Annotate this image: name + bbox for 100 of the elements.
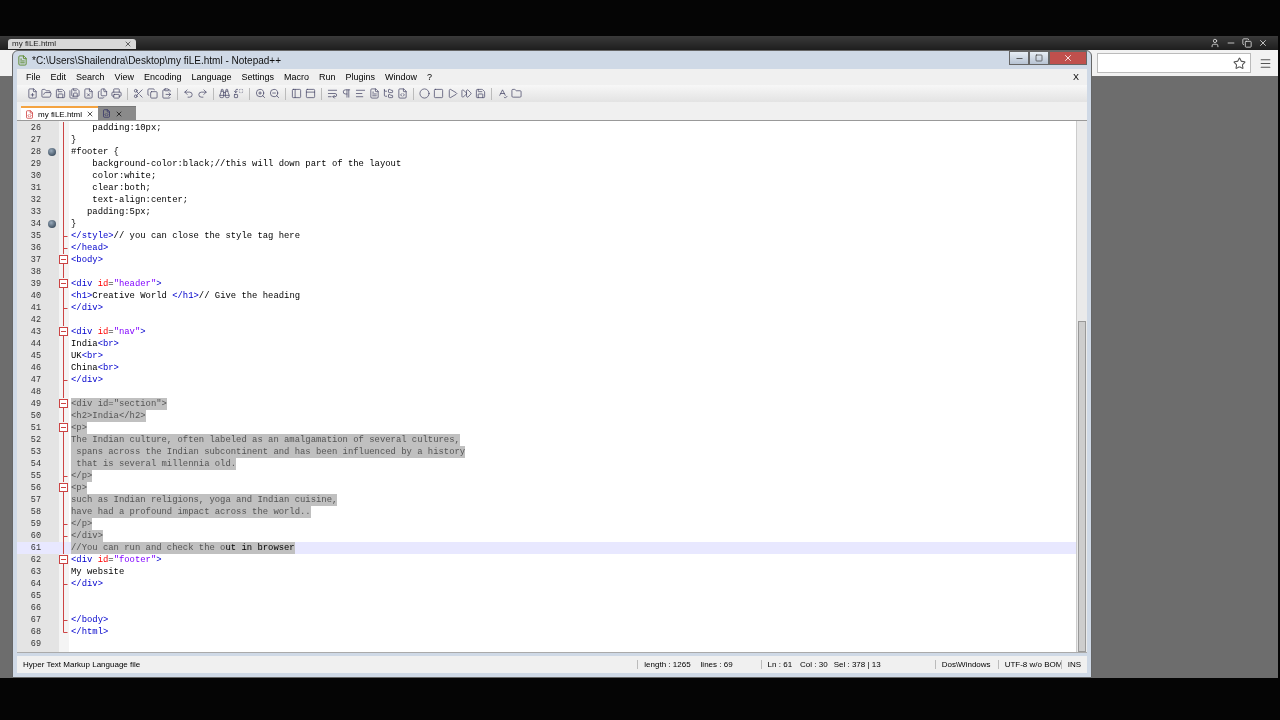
fold-box-icon[interactable] [59,326,68,338]
menu-item[interactable]: File [21,72,46,82]
menu-item[interactable]: ? [422,72,438,82]
spell-check-icon[interactable] [497,88,508,99]
files-icon[interactable] [97,88,108,99]
folder-icon[interactable] [511,88,522,99]
line-number: 46 [29,362,42,374]
scrollbar[interactable] [1076,121,1087,652]
star-icon[interactable] [1233,56,1246,70]
line-number: 28 [29,146,42,158]
line-number: 40 [29,290,42,302]
zoom-in-icon[interactable] [255,88,266,99]
menu-item[interactable]: Settings [236,72,280,82]
fold-box-icon[interactable] [59,422,68,434]
close-icon[interactable] [86,110,94,118]
panel-icon[interactable] [291,88,302,99]
minimize-button[interactable] [1009,51,1029,65]
close-document-button[interactable]: X [1073,72,1083,82]
selection-label: Sel : 378 | 13 [832,660,882,669]
line-number: 30 [29,170,42,182]
line-number: 31 [29,182,42,194]
line-number: 47 [29,374,42,386]
browser-tab[interactable]: my fiLE.html [8,39,136,49]
line-number: 51 [29,422,42,434]
fold-box-icon[interactable] [59,554,68,566]
close-icon[interactable] [124,40,132,48]
save-icon[interactable] [475,88,486,99]
menu-item[interactable]: Plugins [340,72,381,82]
save-icon[interactable] [55,88,66,99]
code-file-icon[interactable] [397,88,408,99]
scissors-icon[interactable] [133,88,144,99]
code-line: India<br> [71,338,119,350]
line-number: 69 [29,638,42,650]
fold-box-icon[interactable] [59,398,68,410]
zoom-out-icon[interactable] [269,88,280,99]
restore-icon[interactable] [1242,38,1252,48]
menu-icon[interactable] [1259,56,1272,70]
length-label: length : 1265 [637,660,697,669]
fast-forward-icon[interactable] [461,88,472,99]
tree-icon[interactable] [383,88,394,99]
line-label: Ln : 61 [760,660,799,669]
column-label: Col : 30 [799,660,829,669]
line-number: 64 [29,578,42,590]
line-number: 68 [29,626,42,638]
line-number: 54 [29,458,42,470]
record-icon[interactable] [419,88,430,99]
user-icon[interactable] [1210,38,1220,48]
fold-box-icon[interactable] [59,482,68,494]
lines-label: lines : 69 [699,660,734,669]
menu-item[interactable]: View [109,72,139,82]
line-number: 42 [29,314,42,326]
panel-icon[interactable] [305,88,316,99]
wrap-icon[interactable] [327,88,338,99]
fold-box-icon[interactable] [59,254,68,266]
address-field[interactable] [1097,53,1251,73]
play-icon[interactable] [447,88,458,99]
line-number: 55 [29,470,42,482]
code-line: UK<br> [71,350,103,362]
code-line: </div> [71,374,103,386]
code-line: </html> [71,626,109,638]
line-number: 49 [29,398,42,410]
printer-icon[interactable] [111,88,122,99]
binoculars-icon[interactable] [219,88,230,99]
code-line: <h1>Creative World </h1>// Give the heading [71,290,301,302]
pilcrow-icon[interactable] [341,88,352,99]
close-button[interactable] [1049,51,1087,65]
fold-box-icon[interactable] [59,278,68,290]
new-file-icon[interactable] [27,88,38,99]
close-icon[interactable] [1258,38,1268,48]
code-line: China<br> [71,362,119,374]
line-number: 35 [29,230,42,242]
maximize-button[interactable] [1029,51,1049,65]
line-number: 29 [29,158,42,170]
menu-item[interactable]: Edit [45,72,72,82]
scroll-thumb[interactable] [1078,321,1086,652]
mode-label: INS [1060,660,1087,669]
redo-icon[interactable] [197,88,208,99]
code-line: #footer { [71,146,119,158]
menu-item[interactable]: Search [71,72,110,82]
code-line: <div id="nav"> [71,326,146,338]
line-number: 37 [29,254,42,266]
menu-item[interactable]: Run [314,72,341,82]
document-icon[interactable] [369,88,380,99]
eol-label: Dos\Windows [934,660,998,669]
folder-icon[interactable] [41,88,52,99]
clipboard-icon[interactable] [161,88,172,99]
indent-guide-icon[interactable] [355,88,366,99]
close-icon[interactable] [115,109,123,118]
save-all-icon[interactable] [69,88,80,99]
menu-item[interactable]: Language [186,72,237,82]
file-tab[interactable]: my fiLE.html [21,106,98,120]
undo-icon[interactable] [183,88,194,99]
replace-icon[interactable] [233,88,244,99]
menu-item[interactable]: Encoding [138,72,187,82]
menu-item[interactable]: Window [380,72,423,82]
menu-item[interactable]: Macro [279,72,315,82]
code-line: text-align:center; [91,194,189,206]
close-file-icon[interactable] [83,88,94,99]
copy-icon[interactable] [147,88,158,99]
stop-icon[interactable] [433,88,444,99]
